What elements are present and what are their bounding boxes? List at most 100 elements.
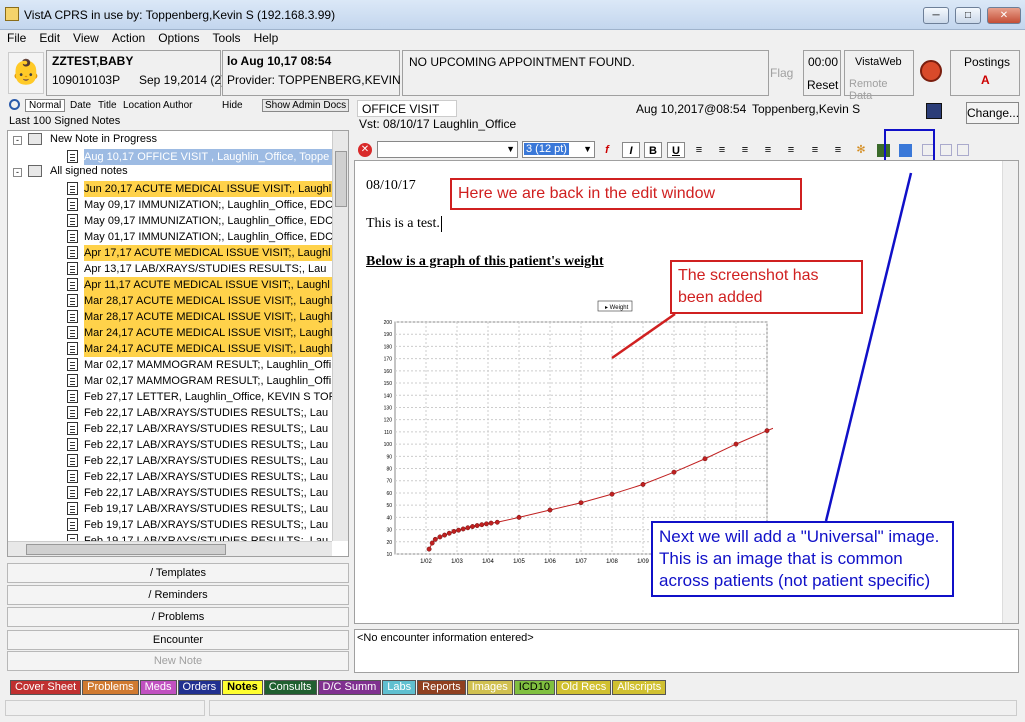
align-right-icon[interactable]: ≡ [782,142,800,158]
all-signed-notes-folder[interactable]: All signed notes [50,165,128,177]
image-icon[interactable] [957,144,969,156]
image-icon[interactable] [940,144,952,156]
font-size-select[interactable]: 3 (12 pt) ▼ [522,141,595,158]
note-list-item[interactable]: Feb 22,17 LAB/XRAYS/STUDIES RESULTS;, La… [84,405,332,421]
new-note-button[interactable]: New Note [7,651,349,671]
note-list-item[interactable]: Feb 22,17 LAB/XRAYS/STUDIES RESULTS;, La… [84,485,332,501]
problems-button[interactable]: / Problems [7,607,349,627]
menu-file[interactable]: File [0,30,32,45]
note-list-item[interactable]: Jun 20,17 ACUTE MEDICAL ISSUE VISIT;, La… [84,181,332,197]
note-list-item[interactable]: May 09,17 IMMUNIZATION;, Laughlin_Office… [84,197,332,213]
palette-icon[interactable]: ✻ [852,142,870,158]
vistaweb-button[interactable]: VistaWeb [855,56,902,68]
patient-info-button[interactable]: ZZTEST,BABY 109010103P Sep 19,2014 (2) [46,50,225,96]
note-list-item[interactable]: Feb 22,17 LAB/XRAYS/STUDIES RESULTS;, La… [84,421,332,437]
search-icon[interactable] [9,99,20,110]
bullet-list-icon[interactable]: ≡ [690,142,708,158]
scroll-thumb[interactable] [335,151,347,207]
note-list-item[interactable]: Mar 28,17 ACUTE MEDICAL ISSUE VISIT;, La… [84,293,332,309]
bold-icon[interactable]: B [644,142,662,158]
font-name-select[interactable]: ▼ [377,141,518,158]
sort-title-button[interactable]: Title [98,100,117,111]
encounter-button[interactable]: Encounter [7,630,349,650]
vertical-scrollbar[interactable] [332,131,348,541]
cancel-icon[interactable]: ✕ [358,143,372,157]
show-admin-docs-button[interactable]: Show Admin Docs [262,99,350,112]
reset-button[interactable]: Reset [807,78,838,92]
note-list-item[interactable]: Feb 22,17 LAB/XRAYS/STUDIES RESULTS;, La… [84,469,332,485]
remote-data-button[interactable]: Remote Data [849,78,913,102]
maximize-button[interactable]: □ [955,7,981,24]
menu-options[interactable]: Options [151,30,205,45]
visit-info-button[interactable]: lo Aug 10,17 08:54 Provider: TOPPENBERG,… [222,50,412,96]
underline-icon[interactable]: U [667,142,685,158]
menu-help[interactable]: Help [247,30,285,45]
tab-reports[interactable]: Reports [417,680,466,695]
indent-icon[interactable]: ≡ [806,142,824,158]
tree-collapse-icon[interactable]: - [13,168,22,177]
note-list-item[interactable]: Mar 24,17 ACUTE MEDICAL ISSUE VISIT;, La… [84,341,332,357]
horizontal-scrollbar[interactable] [8,541,332,556]
menu-tools[interactable]: Tools [206,30,247,45]
italic-icon[interactable]: I [622,142,640,158]
note-list-item[interactable]: Mar 02,17 MAMMOGRAM RESULT;, Laughlin_Of… [84,357,332,373]
note-list-item[interactable]: Apr 11,17 ACUTE MEDICAL ISSUE VISIT;, La… [84,277,332,293]
menu-edit[interactable]: Edit [32,30,66,45]
note-list-item[interactable]: Mar 28,17 ACUTE MEDICAL ISSUE VISIT;, La… [84,309,332,325]
note-icon [67,342,78,355]
note-list-item[interactable]: Apr 17,17 ACUTE MEDICAL ISSUE VISIT;, La… [84,245,332,261]
font-color-icon[interactable]: f [598,142,616,158]
hscroll-thumb[interactable] [26,544,226,555]
note-list-item[interactable]: Mar 24,17 ACUTE MEDICAL ISSUE VISIT;, La… [84,325,332,341]
sort-author-button[interactable]: Author [163,100,192,111]
sort-normal-button[interactable]: Normal [25,99,66,112]
minimize-button[interactable]: ─ [923,7,949,24]
new-note-item[interactable]: Aug 10,17 OFFICE VISIT , Laughlin_Office… [84,149,332,165]
weight-data-point [640,481,646,487]
sort-date-button[interactable]: Date [70,100,91,111]
align-left-icon[interactable]: ≡ [736,142,754,158]
note-list-item[interactable]: May 01,17 IMMUNIZATION;, Laughlin_Office… [84,229,332,245]
note-list-item[interactable]: Mar 02,17 MAMMOGRAM RESULT;, Laughlin_Of… [84,373,332,389]
tab-meds[interactable]: Meds [139,680,177,695]
outdent-icon[interactable]: ≡ [829,142,847,158]
menu-action[interactable]: Action [105,30,151,45]
numbered-list-icon[interactable]: ≡ [713,142,731,158]
tree-collapse-icon[interactable]: - [13,136,22,145]
note-list-item[interactable]: Feb 22,17 LAB/XRAYS/STUDIES RESULTS;, La… [84,437,332,453]
note-list-item[interactable]: Feb 22,17 LAB/XRAYS/STUDIES RESULTS;, La… [84,453,332,469]
flag-button[interactable]: Flag [770,66,800,80]
tab-notes[interactable]: Notes [222,680,263,695]
note-list-item[interactable]: Feb 19,17 LAB/XRAYS/STUDIES RESULTS;, La… [84,501,332,517]
tab-images[interactable]: Images [466,680,513,695]
tab-orders[interactable]: Orders [177,680,222,695]
note-list-item[interactable]: May 09,17 IMMUNIZATION;, Laughlin_Office… [84,213,332,229]
align-center-icon[interactable]: ≡ [759,142,777,158]
hide-button[interactable]: Hide [222,100,243,111]
new-note-folder[interactable]: New Note in Progress [50,133,157,145]
tab-icd10[interactable]: ICD10 [513,680,555,695]
vistaweb-panel[interactable]: VistaWeb Remote Data [844,50,914,102]
reminders-button[interactable]: / Reminders [7,585,349,605]
templates-button[interactable]: / Templates [7,563,349,583]
note-list-item[interactable]: Feb 19,17 LAB/XRAYS/STUDIES RESULTS;, La… [84,517,332,533]
change-button[interactable]: Change... [966,102,1019,124]
tab-d-c-summ[interactable]: D/C Summ [317,680,382,695]
appointment-panel[interactable]: NO UPCOMING APPOINTMENT FOUND. [402,50,769,96]
tab-labs[interactable]: Labs [382,680,417,695]
tab-consults[interactable]: Consults [263,680,317,695]
tab-allscripts[interactable]: Allscripts [612,680,667,695]
note-list-item[interactable]: Apr 13,17 LAB/XRAYS/STUDIES RESULTS;, La… [84,261,332,277]
editor-scrollbar[interactable] [1002,161,1018,623]
tab-cover-sheet[interactable]: Cover Sheet [10,680,82,695]
note-list-item[interactable]: Feb 27,17 LETTER, Laughlin_Office, KEVIN… [84,389,332,405]
alarm-clock-icon[interactable] [920,60,942,82]
tab-old-recs[interactable]: Old Recs [555,680,612,695]
tab-problems[interactable]: Problems [82,680,139,695]
postings-button[interactable]: Postings A [950,50,1020,96]
close-button[interactable]: ✕ [987,7,1021,24]
menu-view[interactable]: View [66,30,105,45]
sort-location-button[interactable]: Location [123,100,161,111]
notes-tree[interactable]: - New Note in Progress Aug 10,17 OFFICE … [7,130,349,557]
save-icon[interactable] [926,103,942,119]
